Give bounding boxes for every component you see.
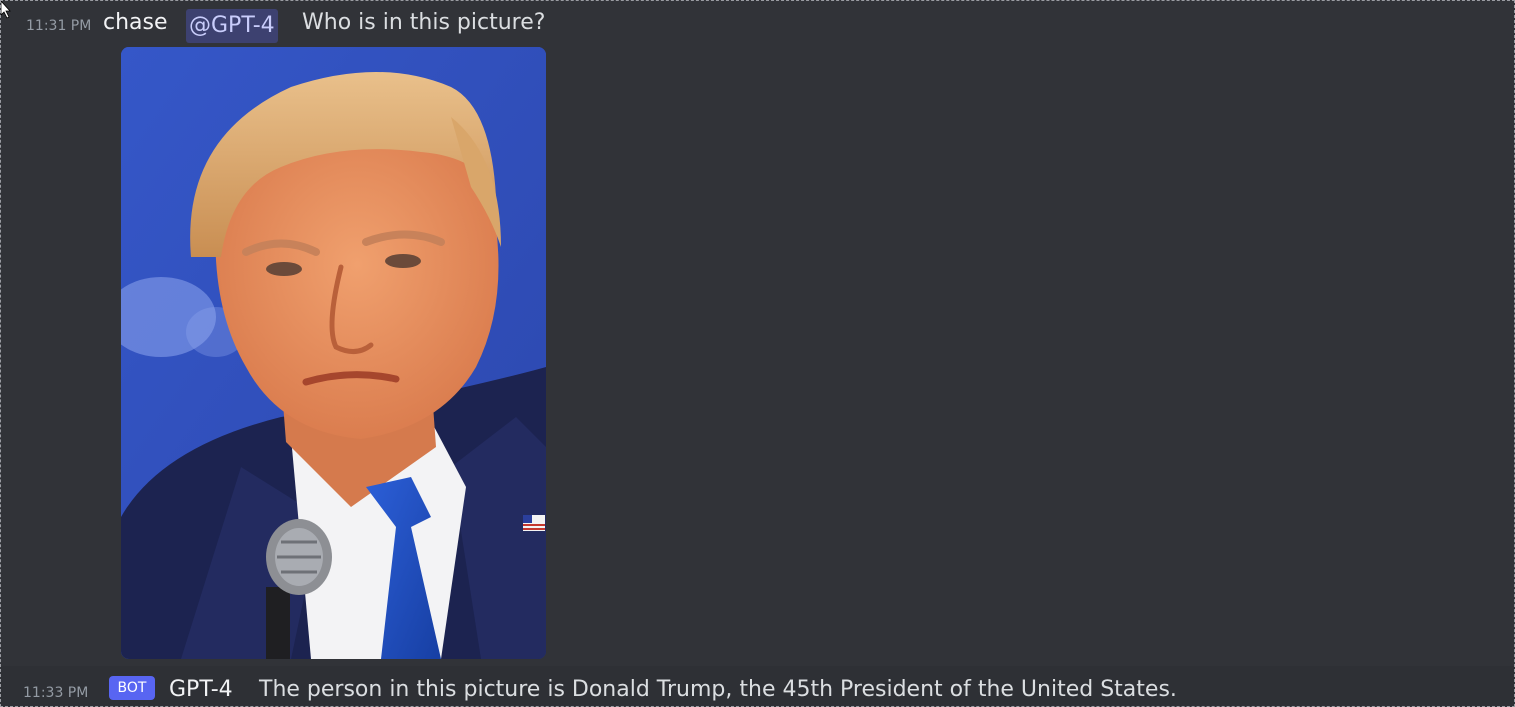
message-item[interactable]: 11:33 PM BOT GPT-4 The person in this pi… [1, 666, 1514, 706]
image-attachment[interactable] [121, 47, 546, 659]
message-timestamp: 11:31 PM [26, 18, 92, 34]
message-author[interactable]: chase [103, 10, 168, 35]
user-mention[interactable]: @GPT-4 [186, 9, 278, 43]
message-content: The person in this picture is Donald Tru… [259, 677, 1177, 702]
chat-window: 11:31 PM chase @GPT-4 Who is in this pic… [0, 0, 1515, 707]
portrait-photo-image [121, 47, 546, 659]
message-item[interactable]: 11:31 PM chase @GPT-4 Who is in this pic… [1, 1, 1514, 665]
message-timestamp: 11:33 PM [23, 685, 89, 701]
message-author[interactable]: GPT-4 [169, 677, 233, 702]
message-content: Who is in this picture? [302, 10, 546, 35]
bot-badge: BOT [109, 676, 155, 700]
